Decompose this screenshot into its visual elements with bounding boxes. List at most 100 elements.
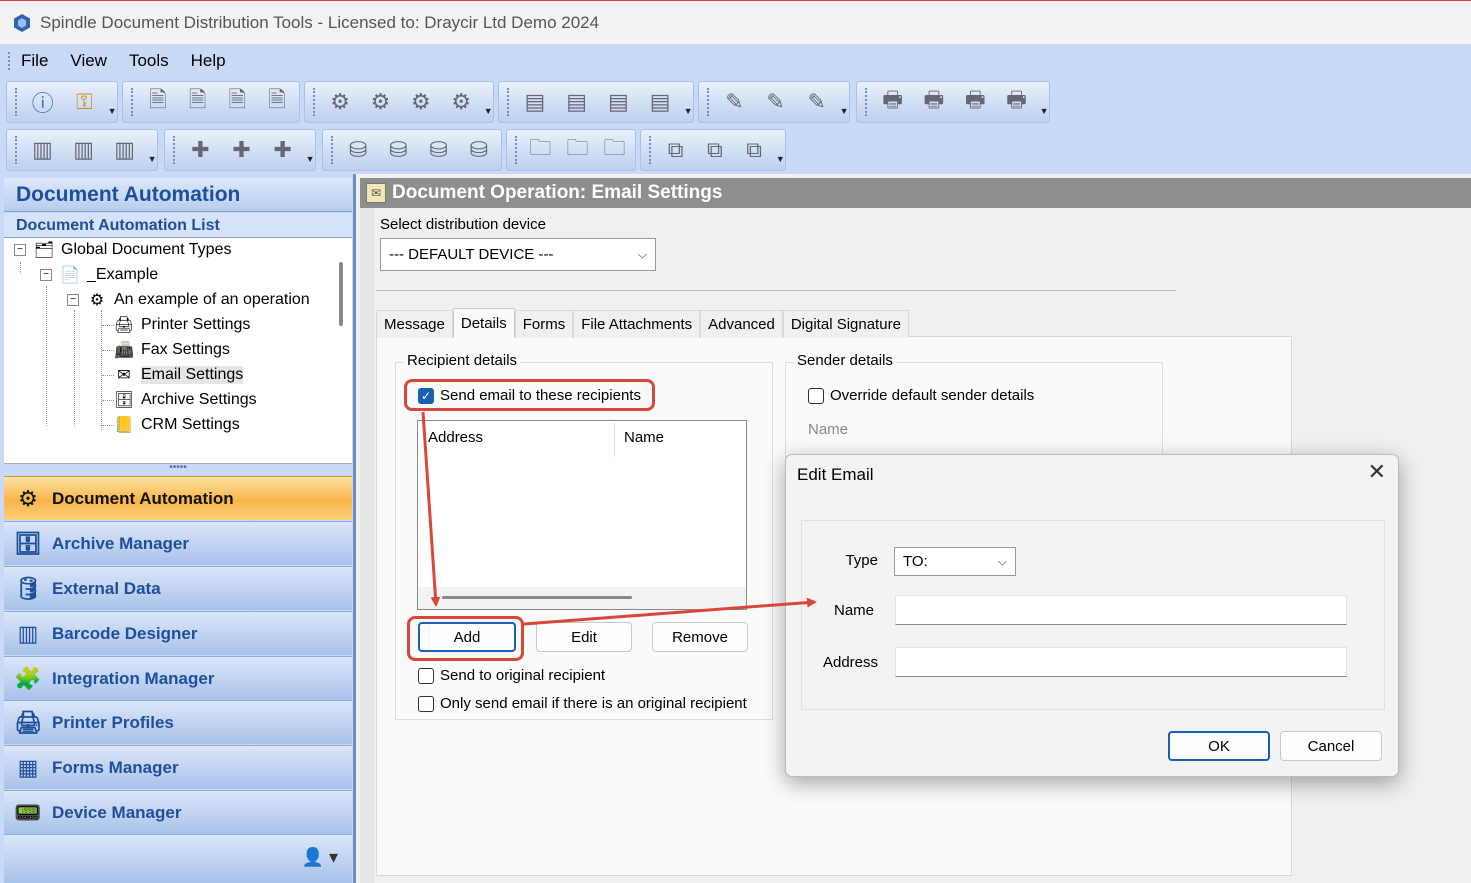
add-device-icon[interactable]: ⧉ bbox=[658, 132, 693, 168]
nav-forms-manager[interactable]: ▦ Forms Manager bbox=[4, 745, 352, 789]
chevron-down-icon[interactable]: ▼ bbox=[483, 84, 493, 120]
tab-digital-signature[interactable]: Digital Signature bbox=[782, 310, 909, 338]
delete-folder-icon[interactable]: 🗀 bbox=[561, 132, 594, 168]
chevron-down-icon[interactable]: ▼ bbox=[107, 84, 117, 120]
only-if-original-checkbox[interactable]: Only send email if there is an original … bbox=[418, 695, 747, 712]
delete-operation-icon[interactable]: ⚙ bbox=[362, 84, 398, 120]
nav-external-data[interactable]: 🛢 External Data bbox=[4, 566, 352, 610]
add-operation-icon[interactable]: ⚙ bbox=[322, 84, 358, 120]
tree-node-email-settings[interactable]: ✉ Email Settings bbox=[114, 363, 244, 387]
copy-document-icon[interactable]: 🗎 bbox=[259, 84, 295, 120]
delete-form-icon[interactable]: ▤ bbox=[558, 84, 596, 120]
panel-title: Document Automation bbox=[4, 178, 352, 212]
chevron-down-icon[interactable]: ▼ bbox=[147, 132, 157, 168]
menu-grip[interactable] bbox=[8, 52, 11, 70]
delete-barcode-icon[interactable]: ▥ bbox=[65, 132, 102, 168]
edit-document-icon[interactable]: 🗎 bbox=[219, 84, 255, 120]
add-database-icon[interactable]: ⛁ bbox=[340, 132, 376, 168]
tree-node-printer-settings[interactable]: 🖨 Printer Settings bbox=[114, 313, 251, 337]
copy-form-icon[interactable]: ▤ bbox=[641, 84, 679, 120]
collapse-icon[interactable]: − bbox=[40, 269, 52, 281]
tab-message[interactable]: Message bbox=[376, 310, 453, 338]
override-sender-checkbox[interactable]: Override default sender details bbox=[808, 387, 1034, 404]
delete-printer-icon[interactable]: 🖶 bbox=[915, 84, 952, 120]
chevron-down-icon[interactable]: ▼ bbox=[1039, 84, 1049, 120]
copy-database-icon[interactable]: ⛁ bbox=[461, 132, 497, 168]
chevron-down-icon[interactable]: ▼ bbox=[839, 84, 849, 120]
chevron-down-icon[interactable]: ▼ bbox=[683, 84, 693, 120]
delete-stamp-icon[interactable]: ✎ bbox=[757, 84, 794, 120]
device-select[interactable]: --- DEFAULT DEVICE --- ⌵ bbox=[380, 238, 656, 271]
tree-node-crm-settings[interactable]: 📒 CRM Settings bbox=[114, 413, 240, 437]
menu-help[interactable]: Help bbox=[191, 51, 226, 71]
address-input[interactable] bbox=[895, 647, 1347, 677]
list-scrollbar-thumb[interactable] bbox=[442, 596, 632, 599]
remove-button[interactable]: Remove bbox=[652, 622, 748, 652]
delete-integration-icon[interactable]: ✚ bbox=[223, 132, 260, 168]
tab-file-attachments[interactable]: File Attachments bbox=[573, 310, 701, 338]
recipient-list[interactable]: Address Name bbox=[417, 420, 747, 610]
nav-device-manager[interactable]: 📟 Device Manager bbox=[4, 790, 352, 834]
edit-printer-icon[interactable]: 🖶 bbox=[957, 84, 994, 120]
send-original-checkbox[interactable]: Send to original recipient bbox=[418, 667, 605, 684]
add-document-icon[interactable]: 🗎 bbox=[140, 84, 176, 120]
column-header-name[interactable]: Name bbox=[624, 429, 664, 446]
tree-node-global-document-types[interactable]: − 🗂 Global Document Types bbox=[14, 238, 231, 262]
tree-vertical-scrollbar[interactable] bbox=[339, 262, 343, 326]
ok-button[interactable]: OK bbox=[1168, 731, 1270, 761]
nav-barcode-designer[interactable]: ▥ Barcode Designer bbox=[4, 611, 352, 655]
nav-document-automation[interactable]: ⚙ Document Automation bbox=[4, 476, 352, 520]
edit-database-icon[interactable]: ⛁ bbox=[420, 132, 456, 168]
edit-integration-icon[interactable]: ✚ bbox=[264, 132, 301, 168]
chevron-down-icon[interactable]: ▼ bbox=[305, 132, 315, 168]
edit-folder-icon[interactable]: 🗀 bbox=[598, 132, 631, 168]
fax-icon: 📠 bbox=[114, 342, 134, 359]
add-printer-icon[interactable]: 🖶 bbox=[874, 84, 911, 120]
nav-integration-manager[interactable]: 🧩 Integration Manager bbox=[4, 656, 352, 700]
key-icon[interactable]: ⚿ bbox=[66, 84, 104, 120]
panel-splitter[interactable]: ••••• bbox=[4, 463, 352, 476]
tree-node-operation[interactable]: − ⚙ An example of an operation bbox=[67, 288, 310, 312]
edit-stamp-icon[interactable]: ✎ bbox=[798, 84, 835, 120]
menu-file[interactable]: File bbox=[21, 51, 48, 71]
add-barcode-icon[interactable]: ▥ bbox=[24, 132, 61, 168]
puzzle-icon: 🧩 bbox=[14, 665, 42, 691]
chevron-down-icon[interactable]: ▼ bbox=[776, 132, 785, 168]
configure-buttons-icon[interactable]: 👤 ▾ bbox=[302, 847, 338, 868]
delete-database-icon[interactable]: ⛁ bbox=[380, 132, 416, 168]
edit-button[interactable]: Edit bbox=[536, 622, 632, 652]
edit-form-icon[interactable]: ▤ bbox=[600, 84, 638, 120]
type-select[interactable]: TO: ⌵ bbox=[894, 547, 1016, 576]
add-integration-icon[interactable]: ✚ bbox=[182, 132, 219, 168]
tree-node-archive-settings[interactable]: 🗄 Archive Settings bbox=[114, 388, 257, 412]
info-icon[interactable]: ⓘ bbox=[24, 84, 62, 120]
cancel-button[interactable]: Cancel bbox=[1280, 731, 1382, 761]
edit-barcode-icon[interactable]: ▥ bbox=[106, 132, 143, 168]
nav-archive-manager[interactable]: 🗄 Archive Manager bbox=[4, 521, 352, 565]
edit-device-icon[interactable]: ⧉ bbox=[736, 132, 771, 168]
menu-tools[interactable]: Tools bbox=[129, 51, 169, 71]
delete-device-icon[interactable]: ⧉ bbox=[697, 132, 732, 168]
tab-strip: Message Details Forms File Attachments A… bbox=[376, 308, 909, 338]
collapse-icon[interactable]: − bbox=[67, 294, 79, 306]
column-header-address[interactable]: Address bbox=[428, 429, 483, 446]
tab-details[interactable]: Details bbox=[452, 308, 515, 338]
tree-node-fax-settings[interactable]: 📠 Fax Settings bbox=[114, 338, 230, 362]
copy-operation-icon[interactable]: ⚙ bbox=[443, 84, 479, 120]
add-form-icon[interactable]: ▤ bbox=[516, 84, 554, 120]
menu-view[interactable]: View bbox=[70, 51, 107, 71]
add-folder-icon[interactable]: 🗀 bbox=[524, 132, 557, 168]
copy-printer-icon[interactable]: 🖶 bbox=[998, 84, 1035, 120]
collapse-icon[interactable]: − bbox=[14, 244, 26, 256]
add-stamp-icon[interactable]: ✎ bbox=[716, 84, 753, 120]
name-input[interactable] bbox=[895, 595, 1347, 625]
tree-node-example[interactable]: − 📄 _Example bbox=[40, 263, 158, 287]
column-divider[interactable] bbox=[614, 423, 615, 457]
tab-forms[interactable]: Forms bbox=[514, 310, 574, 338]
close-icon[interactable]: ✕ bbox=[1368, 459, 1386, 485]
title-bar: Spindle Document Distribution Tools - Li… bbox=[0, 0, 1471, 44]
edit-operation-icon[interactable]: ⚙ bbox=[403, 84, 439, 120]
tab-advanced[interactable]: Advanced bbox=[700, 310, 783, 338]
nav-printer-profiles[interactable]: 🖨 Printer Profiles bbox=[4, 700, 352, 744]
delete-document-icon[interactable]: 🗎 bbox=[180, 84, 216, 120]
